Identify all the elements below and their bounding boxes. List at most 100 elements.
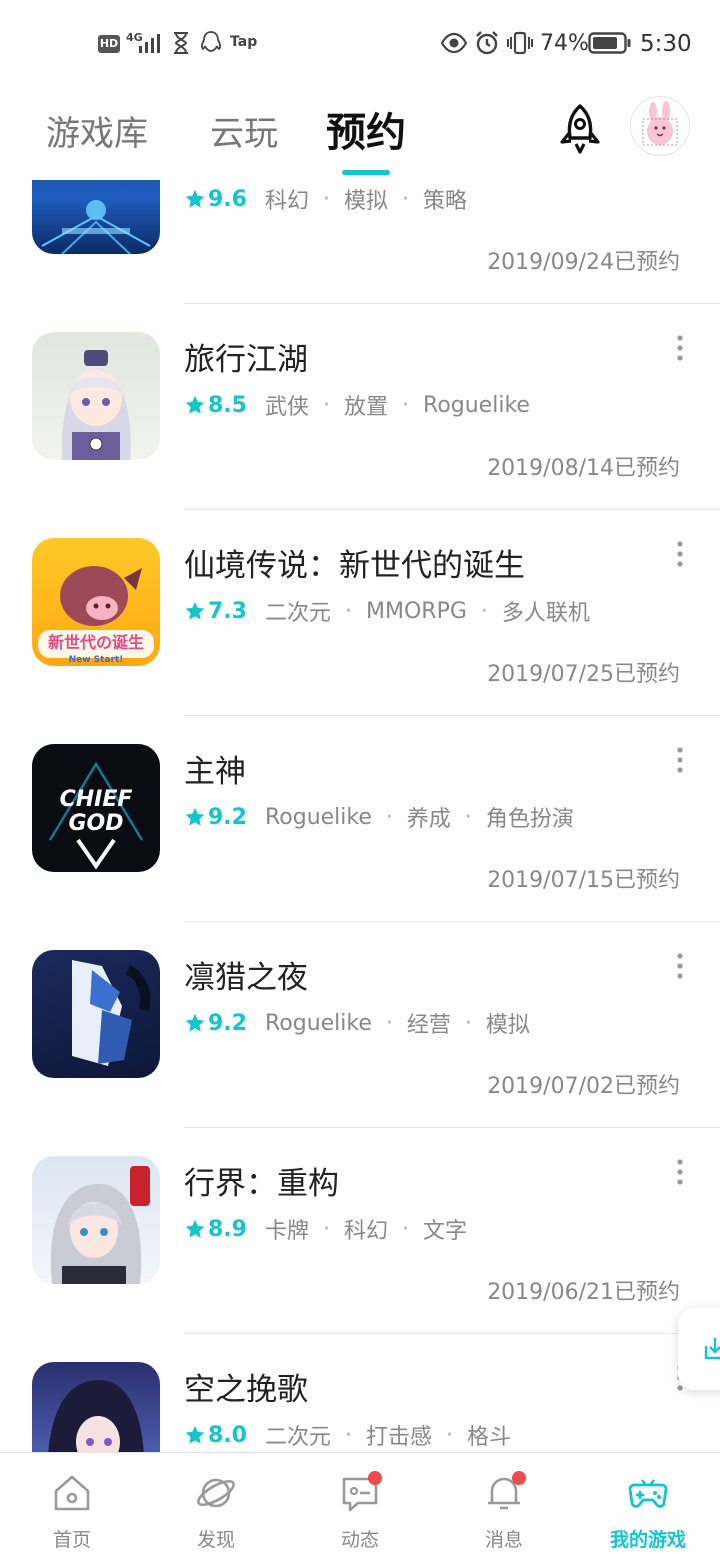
tag: 文字: [423, 1219, 468, 1244]
tag: Roguelike: [264, 1010, 372, 1036]
download-icon: [704, 1338, 720, 1360]
tag: 放置: [344, 395, 389, 420]
star-icon: [185, 189, 205, 208]
tag: 养成: [406, 807, 451, 832]
more-options-icon[interactable]: [668, 328, 692, 368]
reserved-date: 2019/07/15已预约: [487, 868, 680, 893]
rating-row: 9.2 Roguelike · 养成 · 角色扮演: [184, 802, 574, 832]
star-icon: [185, 807, 205, 826]
tap-tag: Tap: [230, 34, 258, 50]
tag: 二次元: [264, 601, 331, 626]
hd-badge: HD: [98, 35, 120, 53]
tag: Roguelike: [423, 392, 530, 418]
game-title[interactable]: 主神: [184, 746, 246, 791]
eye-icon: [440, 32, 468, 54]
game-icon[interactable]: 新世代の诞生 New Start!: [32, 538, 160, 666]
star-icon: [185, 601, 205, 620]
nav-label: 发现: [196, 1529, 235, 1551]
nav-label: 我的游戏: [609, 1529, 686, 1551]
list-item[interactable]: 凛猎之夜 9.2 Roguelike · 经营 · 模拟 2019/07/02已…: [0, 922, 720, 1128]
svg-text:GOD: GOD: [68, 811, 123, 836]
tag: 模拟: [344, 189, 389, 214]
nav-feed[interactable]: 动态: [288, 1453, 432, 1561]
star-icon: [185, 1425, 205, 1444]
bottom-navigation: 首页 发现 动态 消息 我的游戏: [0, 1452, 720, 1561]
rating-score: 9.2: [208, 1010, 247, 1036]
floating-download-button[interactable]: [678, 1308, 720, 1390]
list-item[interactable]: 行界：重构 8.9 卡牌 · 科幻 · 文字 2019/06/21已预约: [0, 1128, 720, 1334]
hourglass-icon: [174, 32, 188, 54]
list-item[interactable]: 旅行江湖 8.5 武侠 · 放置 · Roguelike 2019/08/14已…: [0, 304, 720, 510]
rating-score: 7.3: [208, 598, 247, 624]
battery-percent: 74%: [540, 31, 589, 56]
game-icon[interactable]: CHIEF GOD: [32, 744, 160, 872]
reservation-list: 9.6 科幻 · 模拟 · 策略 2019/09/24已预约 旅行江湖 8.5 …: [0, 180, 720, 1452]
tab-indicator: [342, 170, 390, 175]
tag: 多人联机: [501, 601, 590, 626]
list-item[interactable]: 9.6 科幻 · 模拟 · 策略 2019/09/24已预约: [0, 180, 720, 304]
status-bar: HD 4G Tap 74% 5:30: [0, 0, 720, 88]
reserved-date: 2019/08/14已预约: [487, 456, 680, 481]
star-icon: [185, 1219, 205, 1238]
rating-score: 9.6: [208, 186, 247, 212]
game-title[interactable]: 仙境传说：新世代的诞生: [184, 540, 525, 585]
star-icon: [185, 395, 205, 414]
tag: 格斗: [467, 1425, 512, 1450]
game-icon[interactable]: [32, 1156, 160, 1284]
rocket-icon[interactable]: [554, 102, 606, 162]
more-options-icon[interactable]: [668, 740, 692, 780]
game-icon[interactable]: [32, 950, 160, 1078]
more-options-icon[interactable]: [668, 534, 692, 574]
tag: 经营: [406, 1013, 451, 1038]
svg-text:新世代の诞生: 新世代の诞生: [48, 633, 144, 652]
game-icon[interactable]: [32, 180, 160, 254]
qq-icon: [201, 31, 221, 52]
reserved-date: 2019/07/25已预约: [487, 662, 680, 687]
nav-home[interactable]: 首页: [0, 1453, 144, 1561]
tag: 卡牌: [264, 1219, 309, 1244]
signal-icon: [139, 34, 160, 53]
star-icon: [185, 1013, 205, 1032]
svg-text:CHIEF: CHIEF: [60, 787, 133, 812]
rating-row: 7.3 二次元 · MMORPG · 多人联机: [184, 596, 590, 626]
rating-score: 8.0: [208, 1422, 247, 1448]
alarm-icon: [476, 31, 498, 55]
battery-icon: [588, 32, 631, 54]
tag: 武侠: [264, 395, 309, 420]
tab-cloud-play[interactable]: 云玩: [210, 106, 278, 155]
notification-badge: [368, 1471, 382, 1485]
nav-discover[interactable]: 发现: [144, 1453, 288, 1561]
rating-score: 9.2: [208, 804, 247, 830]
more-options-icon[interactable]: [668, 1152, 692, 1192]
game-icon[interactable]: [32, 1362, 160, 1452]
game-title[interactable]: 行界：重构: [184, 1158, 339, 1203]
rating-score: 8.5: [208, 392, 247, 418]
list-item[interactable]: 新世代の诞生 New Start! 仙境传说：新世代的诞生 7.3 二次元 · …: [0, 510, 720, 716]
tag: 二次元: [264, 1425, 331, 1450]
more-options-icon[interactable]: [668, 946, 692, 986]
rating-score: 8.9: [208, 1216, 247, 1242]
game-title[interactable]: 空之挽歌: [184, 1364, 308, 1409]
tag: MMORPG: [366, 598, 467, 624]
nav-messages[interactable]: 消息: [432, 1453, 576, 1561]
nav-label: 动态: [340, 1529, 379, 1551]
tag: Roguelike: [264, 804, 372, 830]
rating-row: 9.6 科幻 · 模拟 · 策略: [184, 184, 467, 214]
tag: 策略: [423, 189, 468, 214]
game-title[interactable]: 凛猎之夜: [184, 952, 308, 997]
list-item[interactable]: CHIEF GOD 主神 9.2 Roguelike · 养成 · 角色扮演 2…: [0, 716, 720, 922]
tab-reservations[interactable]: 预约: [326, 100, 406, 158]
vibrate-icon: [507, 31, 533, 55]
gamepad-icon: [628, 1479, 668, 1508]
rating-row: 8.0 二次元 · 打击感 · 格斗: [184, 1420, 511, 1450]
game-title[interactable]: 旅行江湖: [184, 334, 308, 379]
nav-my-games[interactable]: 我的游戏: [576, 1453, 720, 1561]
rating-row: 8.9 卡牌 · 科幻 · 文字: [184, 1214, 467, 1244]
rating-row: 9.2 Roguelike · 经营 · 模拟: [184, 1008, 530, 1038]
svg-text:New Start!: New Start!: [69, 655, 124, 665]
game-icon[interactable]: [32, 332, 160, 460]
tab-game-library[interactable]: 游戏库: [46, 106, 148, 155]
list-item[interactable]: 空之挽歌 8.0 二次元 · 打击感 · 格斗: [0, 1334, 720, 1452]
tag: 科幻: [344, 1219, 389, 1244]
avatar[interactable]: [630, 96, 690, 156]
